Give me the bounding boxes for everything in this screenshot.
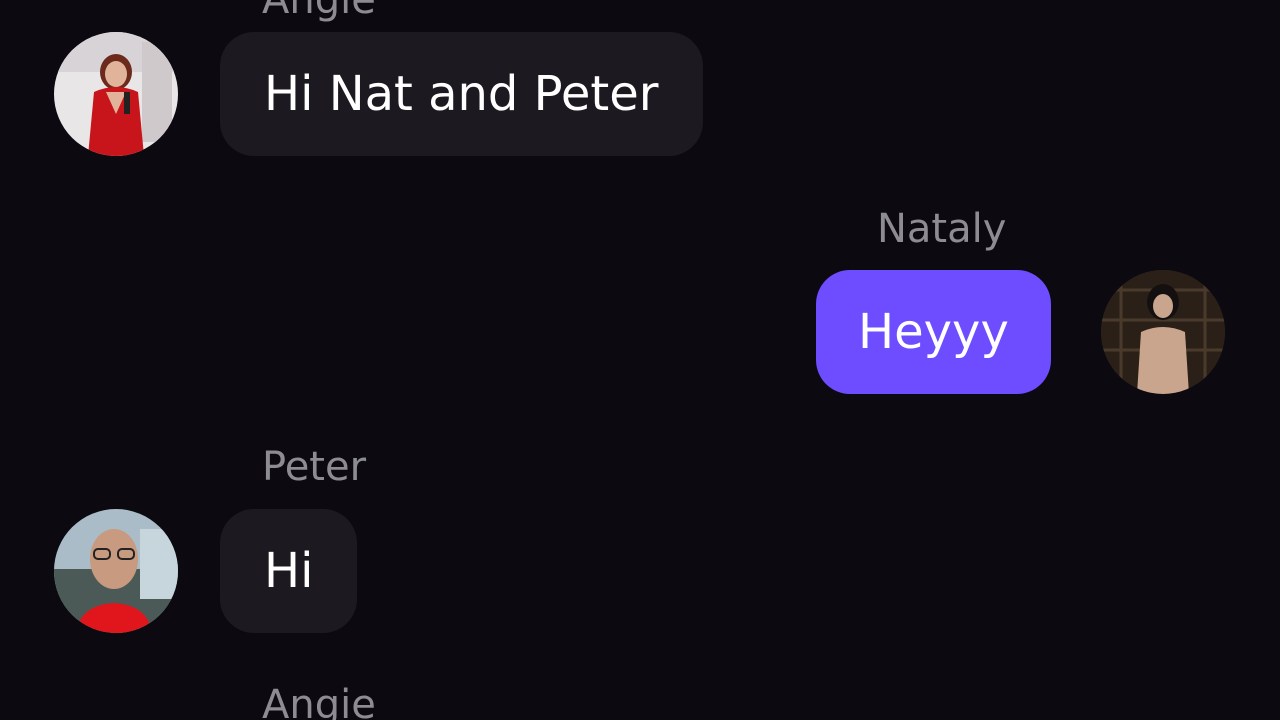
sender-name-angie: Angie (262, 0, 376, 23)
message-text: Hi Nat and Peter (264, 66, 659, 122)
message-bubble[interactable]: Hi Nat and Peter (220, 32, 703, 156)
nataly-avatar[interactable] (1101, 270, 1225, 394)
sender-name-nataly: Nataly (877, 206, 1007, 252)
angie-avatar-image (54, 32, 178, 156)
chat-thread: Angie Hi Nat and Peter Nataly Heyyy Pete… (0, 0, 1280, 720)
peter-avatar-image (54, 509, 178, 633)
message-text: Heyyy (858, 304, 1009, 360)
message-bubble[interactable]: Hi (220, 509, 358, 633)
message-text: Hi (264, 543, 314, 599)
sender-name-peter: Peter (262, 444, 367, 490)
angie-avatar[interactable] (54, 32, 178, 156)
nataly-avatar-image (1101, 270, 1225, 394)
sender-name-angie: Angie (262, 682, 376, 720)
peter-avatar[interactable] (54, 509, 178, 633)
message-bubble-outgoing[interactable]: Heyyy (816, 270, 1051, 394)
